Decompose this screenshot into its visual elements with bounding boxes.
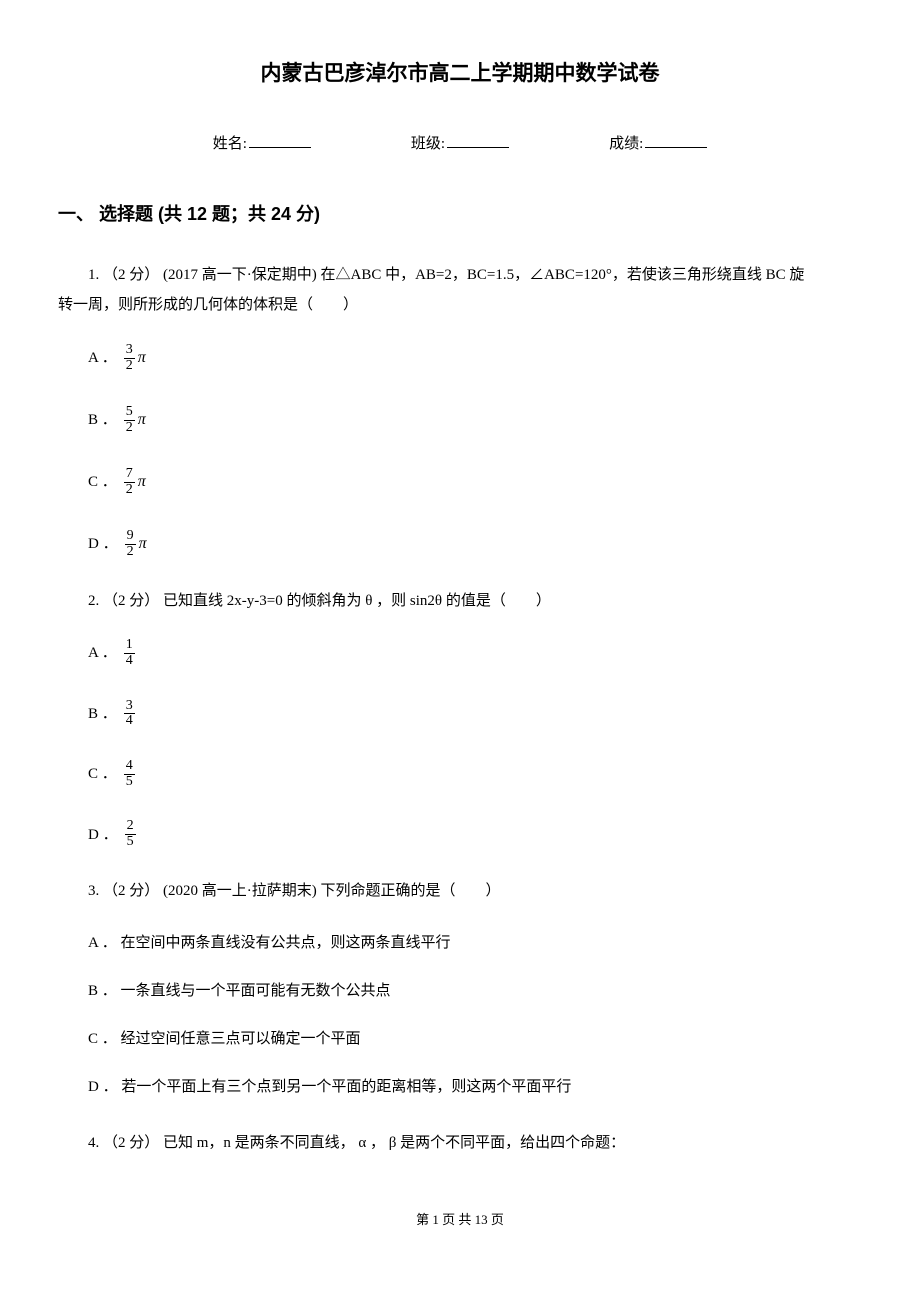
denominator: 2	[124, 421, 135, 436]
page-title: 内蒙古巴彦淖尔市高二上学期期中数学试卷	[58, 55, 862, 93]
q1-option-b: B ． 5 2 π	[88, 404, 862, 436]
pi-symbol: π	[139, 528, 147, 560]
fraction: 5 2	[124, 405, 135, 435]
score-field: 成绩:	[609, 131, 707, 158]
option-label: D ．	[88, 820, 118, 850]
question-1: 1. （2 分） (2017 高一下·保定期中) 在△ABC 中，AB=2，BC…	[58, 260, 862, 560]
page-footer: 第 1 页 共 13 页	[58, 1208, 862, 1231]
q1-option-c: C ． 7 2 π	[88, 466, 862, 498]
name-blank	[249, 131, 311, 148]
numerator: 9	[125, 529, 136, 545]
student-info-row: 姓名: 班级: 成绩:	[58, 131, 862, 158]
q1-text-line2: 转一周，则所形成的几何体的体积是（ ）	[58, 290, 862, 320]
score-blank	[645, 131, 707, 148]
fraction: 9 2	[125, 529, 136, 559]
class-blank	[447, 131, 509, 148]
option-label: A ．	[88, 638, 117, 668]
numerator: 4	[124, 759, 135, 775]
option-label: C ．	[88, 467, 117, 497]
q2-option-d: D ． 2 5	[88, 819, 862, 849]
fraction: 3 4	[124, 699, 135, 729]
numerator: 3	[124, 343, 135, 359]
q1-options: A ． 3 2 π B ． 5 2 π C ． 7 2 π D ．	[88, 342, 862, 560]
q4-text: 4. （2 分） 已知 m，n 是两条不同直线， α ， β 是两个不同平面，给…	[88, 1128, 862, 1158]
q2-option-c: C ． 4 5	[88, 759, 862, 789]
fraction: 3 2	[124, 343, 135, 373]
denominator: 2	[124, 359, 135, 374]
q2-options: A ． 1 4 B ． 3 4 C ． 4 5 D ． 2 5	[88, 638, 862, 850]
option-label: A ．	[88, 343, 117, 373]
numerator: 5	[124, 405, 135, 421]
pi-symbol: π	[138, 466, 146, 498]
denominator: 4	[124, 714, 135, 729]
q3-option-d: D ． 若一个平面上有三个点到另一个平面的距离相等，则这两个平面平行	[88, 1072, 862, 1102]
q3-option-b: B ． 一条直线与一个平面可能有无数个公共点	[88, 976, 862, 1006]
denominator: 5	[124, 775, 135, 790]
option-label: D ．	[88, 529, 118, 559]
q3-option-c: C ． 经过空间任意三点可以确定一个平面	[88, 1024, 862, 1054]
score-label: 成绩:	[609, 131, 643, 158]
q1-text-line1: 1. （2 分） (2017 高一下·保定期中) 在△ABC 中，AB=2，BC…	[88, 260, 862, 290]
numerator: 2	[125, 819, 136, 835]
numerator: 1	[124, 638, 135, 654]
class-field: 班级:	[411, 131, 509, 158]
denominator: 5	[125, 835, 136, 850]
numerator: 3	[124, 699, 135, 715]
q2-option-b: B ． 3 4	[88, 699, 862, 729]
denominator: 4	[124, 654, 135, 669]
q3-text: 3. （2 分） (2020 高一上·拉萨期末) 下列命题正确的是（ ）	[88, 876, 862, 906]
pi-symbol: π	[138, 342, 146, 374]
option-label: C ．	[88, 759, 117, 789]
question-4: 4. （2 分） 已知 m，n 是两条不同直线， α ， β 是两个不同平面，给…	[58, 1128, 862, 1158]
denominator: 2	[124, 483, 135, 498]
option-label: B ．	[88, 405, 117, 435]
denominator: 2	[125, 545, 136, 560]
q1-option-a: A ． 3 2 π	[88, 342, 862, 374]
q1-option-d: D ． 9 2 π	[88, 528, 862, 560]
fraction: 1 4	[124, 638, 135, 668]
fraction: 2 5	[125, 819, 136, 849]
section-header: 一、 选择题 (共 12 题；共 24 分)	[58, 198, 862, 230]
fraction: 7 2	[124, 467, 135, 497]
name-label: 姓名:	[213, 131, 247, 158]
q2-text: 2. （2 分） 已知直线 2x‐y‐3=0 的倾斜角为 θ ，则 sin2θ …	[88, 586, 862, 616]
option-label: B ．	[88, 699, 117, 729]
name-field: 姓名:	[213, 131, 311, 158]
fraction: 4 5	[124, 759, 135, 789]
q2-option-a: A ． 1 4	[88, 638, 862, 668]
question-2: 2. （2 分） 已知直线 2x‐y‐3=0 的倾斜角为 θ ，则 sin2θ …	[58, 586, 862, 850]
class-label: 班级:	[411, 131, 445, 158]
pi-symbol: π	[138, 404, 146, 436]
question-3: 3. （2 分） (2020 高一上·拉萨期末) 下列命题正确的是（ ） A ．…	[58, 876, 862, 1102]
numerator: 7	[124, 467, 135, 483]
q3-option-a: A ． 在空间中两条直线没有公共点，则这两条直线平行	[88, 928, 862, 958]
q3-options: A ． 在空间中两条直线没有公共点，则这两条直线平行 B ． 一条直线与一个平面…	[88, 928, 862, 1102]
